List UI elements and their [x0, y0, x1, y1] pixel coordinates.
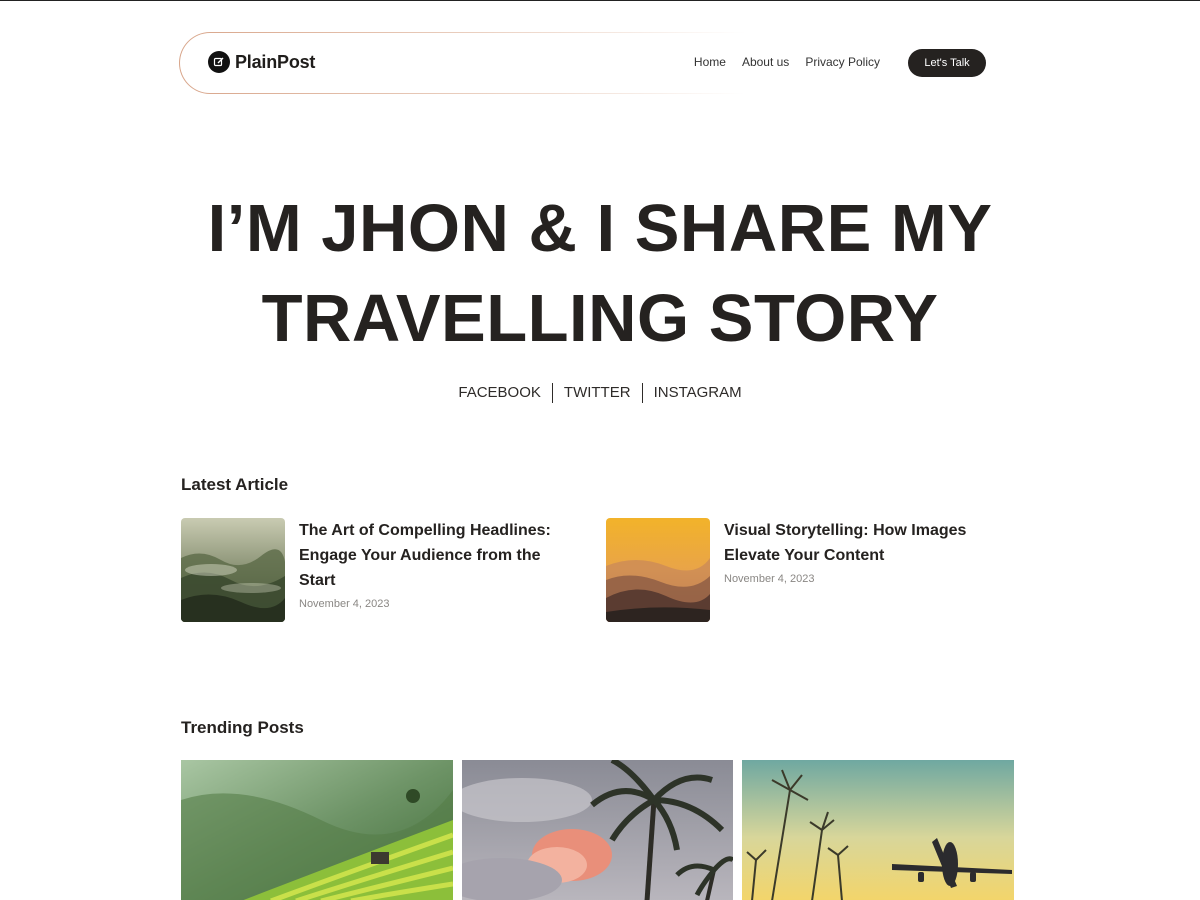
hero-title-line-1: I’M JHON & I SHARE MY: [207, 191, 993, 266]
lets-talk-button[interactable]: Let's Talk: [908, 49, 986, 77]
article-date: November 4, 2023: [724, 573, 815, 585]
main-nav: Home About us Privacy Policy: [694, 55, 880, 69]
site-logo[interactable]: PlainPost: [208, 51, 315, 73]
logo-text: PlainPost: [235, 51, 316, 72]
trending-posts-heading: Trending Posts: [181, 718, 304, 737]
hero-title: I’M JHON & I SHARE MY TRAVELLING STORY: [0, 184, 1200, 364]
article-title[interactable]: The Art of Compelling Headlines: Engage …: [299, 518, 581, 593]
hero-title-line-2: TRAVELLING STORY: [261, 281, 939, 356]
site-header: PlainPost Home About us Privacy Policy L…: [179, 32, 987, 94]
rice-terraces-image[interactable]: [181, 760, 453, 900]
social-links: FACEBOOK TWITTER INSTAGRAM: [0, 383, 1200, 403]
palm-trees-image[interactable]: [462, 760, 733, 900]
sunset-mountains-image[interactable]: [606, 518, 710, 622]
article-date: November 4, 2023: [299, 598, 390, 610]
facebook-link[interactable]: FACEBOOK: [447, 383, 552, 403]
nav-about-us[interactable]: About us: [742, 55, 789, 69]
twitter-link[interactable]: TWITTER: [551, 383, 642, 403]
misty-forest-image[interactable]: [181, 518, 285, 622]
nav-home[interactable]: Home: [694, 55, 726, 69]
article-card[interactable]: The Art of Compelling Headlines: Engage …: [181, 518, 581, 622]
instagram-link[interactable]: INSTAGRAM: [641, 383, 753, 403]
nav-privacy-policy[interactable]: Privacy Policy: [805, 55, 880, 69]
airplane-image[interactable]: [742, 760, 1014, 900]
article-title[interactable]: Visual Storytelling: How Images Elevate …: [724, 518, 1006, 568]
latest-article-heading: Latest Article: [181, 475, 289, 494]
article-card[interactable]: Visual Storytelling: How Images Elevate …: [606, 518, 1006, 622]
edit-icon: [208, 51, 230, 73]
